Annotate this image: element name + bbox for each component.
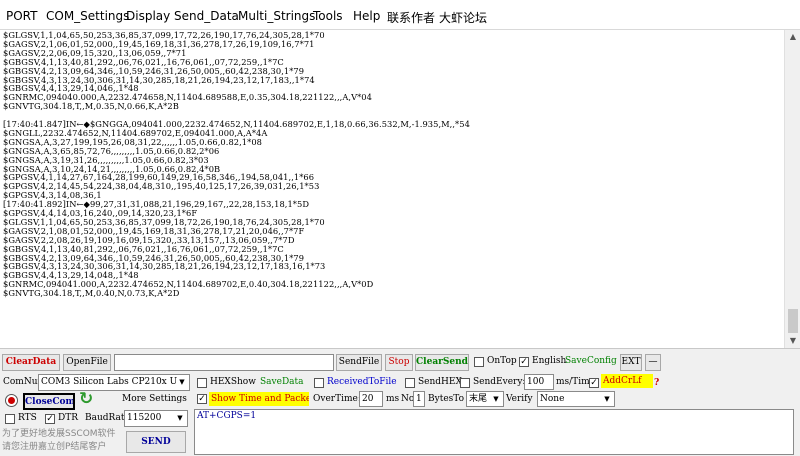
hex-show-label: HEXShow <box>210 377 256 387</box>
english-checkbox[interactable]: ✓ <box>519 357 529 367</box>
send-hex-label: SendHEX <box>418 377 462 387</box>
received-to-file-checkbox[interactable] <box>314 378 324 388</box>
menu-port[interactable]: PORT <box>6 9 37 23</box>
log-line: $GNVTG,304.18,T,,M,0.35,N,0.66,K,A*2B <box>3 101 179 112</box>
control-panel: ClearData OpenFile SendFile Stop ClearSe… <box>0 348 800 456</box>
menu-contact-author[interactable]: 联系作者 <box>387 9 435 26</box>
add-crlf-label: AddCrLf <box>601 374 653 388</box>
menu-display[interactable]: Display <box>126 9 170 23</box>
refresh-icon[interactable]: ↻ <box>79 389 93 409</box>
more-settings-button[interactable]: More Settings <box>122 392 187 406</box>
menu-help[interactable]: Help <box>353 9 380 23</box>
english-label: English <box>532 356 567 366</box>
bytes-to-value: 末尾 <box>469 394 488 404</box>
save-config-label[interactable]: SaveConfig <box>565 354 617 368</box>
help-mark[interactable]: ? <box>654 376 659 390</box>
verify-label: Verify <box>506 394 533 404</box>
menu-multi-strings[interactable]: Multi_Strings <box>238 9 315 23</box>
received-to-file-label: ReceivedToFile <box>327 377 397 387</box>
menu-forum[interactable]: 大虾论坛 <box>439 9 487 26</box>
show-time-checkbox[interactable]: ✓ <box>197 394 207 404</box>
menu-com-settings[interactable]: COM_Settings <box>46 9 129 23</box>
ms-tim-label: ms/Tim <box>556 377 590 387</box>
com-port-select[interactable]: COM3 Silicon Labs CP210x U ▼ <box>38 374 190 391</box>
rts-label: RTS <box>18 413 37 423</box>
hex-show-checkbox[interactable] <box>197 378 207 388</box>
send-hex-checkbox[interactable] <box>405 378 415 388</box>
chevron-down-icon: ▼ <box>177 414 183 422</box>
record-icon[interactable] <box>5 394 18 407</box>
scrollbar-thumb[interactable] <box>788 309 798 333</box>
scroll-up-icon[interactable]: ▲ <box>785 30 800 44</box>
chevron-down-icon: ▼ <box>604 395 610 403</box>
send-every-label: SendEvery: <box>473 377 526 387</box>
baud-rate-value: 115200 <box>127 413 162 423</box>
baud-rate-label: BaudRat <box>85 413 125 423</box>
ms-label: ms <box>386 394 400 404</box>
dtr-label: DTR <box>58 413 78 423</box>
on-top-checkbox[interactable] <box>474 357 484 367</box>
send-every-input[interactable]: 100 <box>524 374 554 390</box>
chevron-down-icon: ▼ <box>179 378 185 386</box>
send-button[interactable]: SEND <box>126 431 186 453</box>
com-port-value: COM3 Silicon Labs CP210x U <box>41 377 178 387</box>
baud-rate-select[interactable]: 115200 ▼ <box>124 410 188 427</box>
rts-checkbox[interactable] <box>5 414 15 424</box>
overtime-input[interactable]: 20 <box>359 391 383 407</box>
bytes-to-label: BytesTo <box>428 394 464 404</box>
menu-send-data[interactable]: Send_Data <box>174 9 239 23</box>
clear-data-button[interactable]: ClearData <box>2 354 60 371</box>
show-time-label: Show Time and Packe <box>209 392 309 406</box>
no-input[interactable]: 1 <box>413 391 425 407</box>
overtime-label: OverTime: <box>313 394 361 404</box>
send-every-checkbox[interactable] <box>460 378 470 388</box>
promo-text: 为了更好地发展SSCOM软件 请您注册嘉立创P结尾客户 <box>2 429 116 452</box>
send-file-button[interactable]: SendFile <box>336 354 382 371</box>
receive-log[interactable]: $GLGSV,1,1,04,65,50,253,36,85,37,099,17,… <box>0 30 784 348</box>
open-file-button[interactable]: OpenFile <box>63 354 111 371</box>
on-top-label: OnTop <box>487 356 517 366</box>
clear-send-button[interactable]: ClearSend <box>415 354 469 371</box>
stop-button[interactable]: Stop <box>385 354 413 371</box>
log-scrollbar[interactable]: ▲ ▼ <box>784 30 800 348</box>
verify-select[interactable]: None ▼ <box>537 391 615 407</box>
verify-value: None <box>540 394 565 404</box>
bytes-to-select[interactable]: 末尾 ▼ <box>466 391 504 407</box>
send-text-area[interactable]: AT+CGPS=1 <box>194 409 794 455</box>
chevron-down-icon: ▼ <box>493 395 499 403</box>
collapse-button[interactable]: — <box>645 354 661 371</box>
ext-button[interactable]: EXT <box>620 354 642 371</box>
scroll-down-icon[interactable]: ▼ <box>785 334 800 348</box>
menu-bar: PORT COM_Settings Display Send_Data Mult… <box>0 0 800 30</box>
log-line: $GNVTG,304.18,T,,M,0.40,N,0.73,K,A*2D <box>3 288 180 299</box>
file-path-input[interactable] <box>114 354 334 371</box>
dtr-checkbox[interactable]: ✓ <box>45 414 55 424</box>
save-data-button[interactable]: SaveData <box>260 375 304 389</box>
menu-tools[interactable]: Tools <box>313 9 343 23</box>
close-com-button[interactable]: CloseCom <box>23 393 75 410</box>
add-crlf-checkbox[interactable]: ✓ <box>589 378 599 388</box>
